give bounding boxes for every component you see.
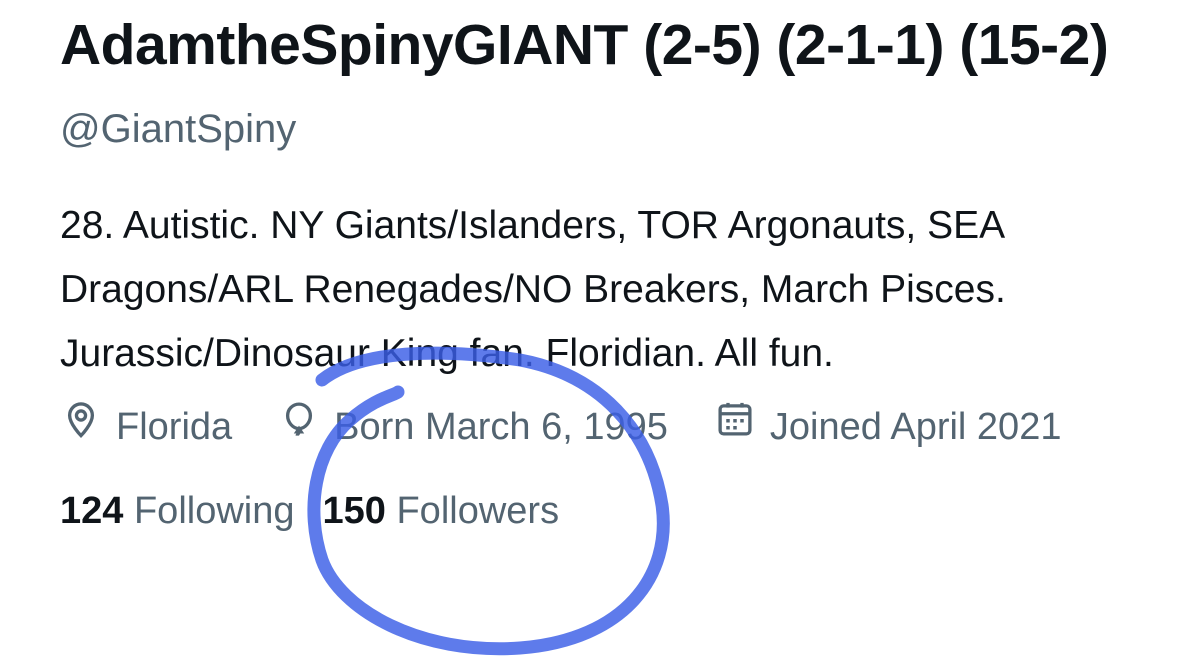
follow-stats: 124 Following 150 Followers xyxy=(60,486,1170,536)
location-text: Florida xyxy=(116,406,233,448)
calendar-icon xyxy=(714,398,770,456)
birthday-text: Born March 6, 1995 xyxy=(334,406,668,448)
followers-count: 150 xyxy=(322,490,386,532)
joined-item: Joined April 2021 xyxy=(714,398,1062,456)
profile-header: AdamtheSpinyGIANT (2-5) (2-1-1) (15-2) @… xyxy=(60,0,1170,536)
followers-label: Followers xyxy=(396,490,560,532)
following-count: 124 xyxy=(60,490,124,532)
joined-text: Joined April 2021 xyxy=(769,406,1062,448)
location-item: Florida xyxy=(60,398,232,456)
followers-link[interactable]: 150 Followers xyxy=(323,486,560,536)
balloon-icon xyxy=(278,398,334,456)
following-link[interactable]: 124 Following xyxy=(60,486,295,536)
following-label: Following xyxy=(133,490,295,532)
display-name: AdamtheSpinyGIANT (2-5) (2-1-1) (15-2) xyxy=(60,13,1109,77)
bio-text: 28. Autistic. NY Giants/Islanders, TOR A… xyxy=(60,204,1006,375)
birthday-item: Born March 6, 1995 xyxy=(278,398,668,456)
location-pin-icon xyxy=(60,398,116,456)
user-handle: @GiantSpiny xyxy=(60,107,297,151)
profile-meta: Florida Born March 6, 1995 Joined April … xyxy=(60,398,1170,456)
